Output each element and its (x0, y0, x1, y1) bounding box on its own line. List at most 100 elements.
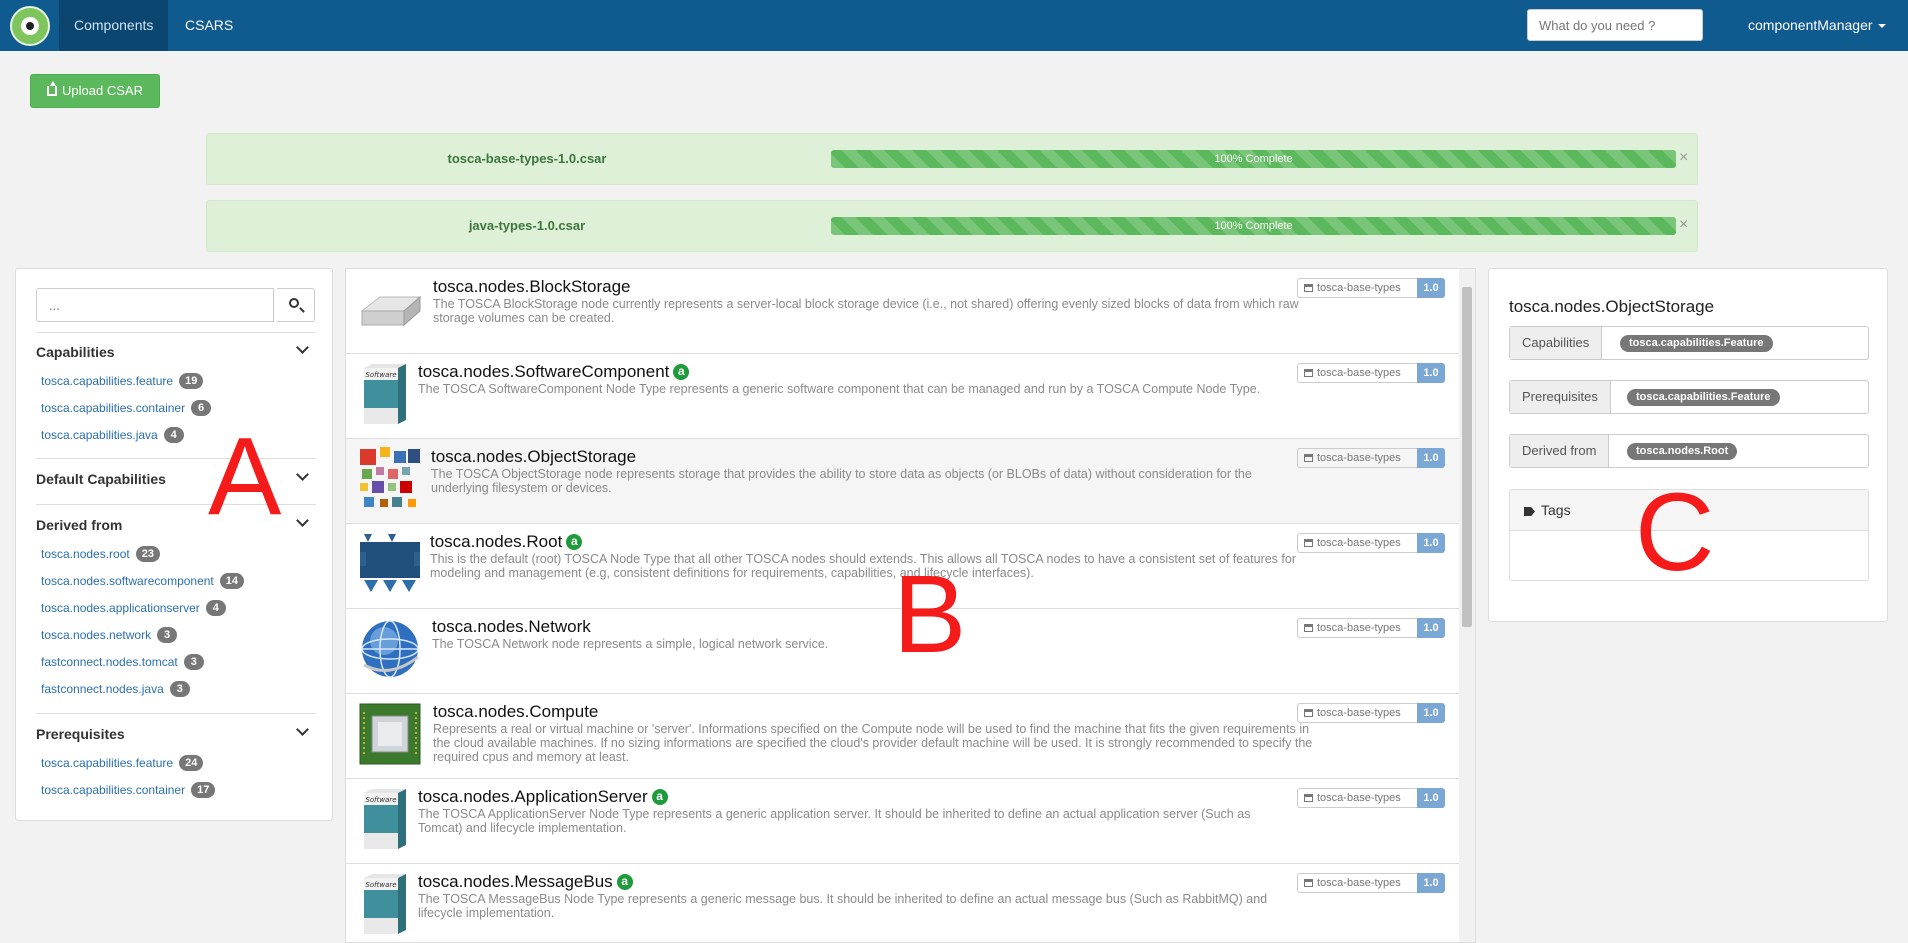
component-row[interactable]: tosca.nodes.ObjectStorage The TOSCA Obje… (346, 439, 1460, 524)
chevron-down-icon[interactable] (296, 341, 309, 354)
tab-csars[interactable]: CSARS (170, 0, 248, 51)
derived-from-field: Derived from tosca.nodes.Root (1509, 434, 1869, 468)
component-row[interactable]: Software tosca.nodes.ApplicationServer a … (346, 779, 1460, 864)
abstract-badge: a (673, 364, 690, 380)
alien-logo-icon[interactable] (10, 6, 50, 46)
chevron-down-icon[interactable] (296, 514, 309, 527)
capabilities-label: Capabilities (1510, 327, 1603, 359)
facet-group-title[interactable]: Derived from (36, 515, 122, 535)
component-description: The TOSCA Network node represents a simp… (432, 637, 829, 651)
derived-from-tag[interactable]: tosca.nodes.Root (1627, 443, 1738, 460)
archive-label: tosca-base-types (1297, 533, 1419, 553)
component-name: tosca.nodes.BlockStorage (433, 277, 631, 296)
facet-item[interactable]: tosca.capabilities.feature 24 (41, 755, 204, 771)
component-row[interactable]: tosca.nodes.BlockStorage The TOSCA Block… (346, 269, 1460, 354)
upload-progress-row: tosca-base-types-1.0.csar 100% Complete … (206, 133, 1698, 185)
version-badge: 1.0 (1417, 618, 1445, 638)
upload-csar-button[interactable]: Upload CSAR (30, 74, 160, 108)
archive-icon (1304, 284, 1313, 292)
prerequisite-tag[interactable]: tosca.capabilities.Feature (1627, 389, 1780, 406)
component-name: tosca.nodes.ObjectStorage (431, 447, 637, 466)
user-name: componentManager (1748, 17, 1873, 33)
chevron-down-icon[interactable] (296, 723, 309, 736)
version-badge: 1.0 (1417, 533, 1445, 553)
facet-item[interactable]: tosca.nodes.network 3 (41, 627, 178, 643)
count-badge: 3 (169, 681, 190, 697)
annotation-marker-b: B (893, 553, 967, 676)
count-badge: 17 (191, 782, 216, 798)
facet-item[interactable]: tosca.capabilities.feature 19 (41, 373, 204, 389)
component-name: tosca.nodes.MessageBus a (418, 872, 633, 892)
software-box-icon: Software (364, 789, 406, 849)
facet-group-title[interactable]: Prerequisites (36, 724, 125, 744)
archive-icon (1304, 454, 1313, 462)
facet-item-label: tosca.capabilities.java (41, 428, 158, 442)
close-icon[interactable]: × (1679, 216, 1688, 234)
progress-bar: 100% Complete (831, 150, 1676, 168)
facet-item-label: tosca.nodes.root (41, 547, 130, 561)
archive-icon (1304, 624, 1313, 632)
user-menu[interactable]: componentManager (1748, 0, 1886, 51)
upload-icon (47, 81, 58, 96)
component-row[interactable]: tosca.nodes.Compute Represents a real or… (346, 694, 1460, 779)
facet-item[interactable]: tosca.nodes.softwarecomponent 14 (41, 573, 245, 589)
archive-label: tosca-base-types (1297, 448, 1419, 468)
close-icon[interactable]: × (1679, 149, 1688, 167)
prerequisites-label: Prerequisites (1510, 381, 1611, 413)
component-name: tosca.nodes.Network (432, 617, 591, 636)
version-badge: 1.0 (1417, 278, 1445, 298)
facet-item[interactable]: tosca.capabilities.java 4 (41, 427, 184, 443)
archive-icon (1304, 539, 1313, 547)
count-badge: 4 (205, 600, 226, 616)
component-description: The TOSCA ApplicationServer Node Type re… (418, 807, 1251, 835)
svg-text:Software: Software (365, 881, 396, 889)
facet-divider (36, 332, 316, 333)
component-name: tosca.nodes.ApplicationServer a (418, 787, 668, 807)
details-title: tosca.nodes.ObjectStorage (1509, 297, 1715, 316)
component-name: tosca.nodes.Compute (433, 702, 599, 721)
facet-item-label: tosca.nodes.applicationserver (41, 601, 200, 615)
scrollbar-thumb[interactable] (1462, 287, 1472, 627)
facet-filter-panel: Capabilities tosca.capabilities.feature 1… (15, 268, 333, 821)
upload-file-name: tosca-base-types-1.0.csar (447, 151, 607, 166)
root-node-icon (360, 534, 420, 592)
component-row[interactable]: Software tosca.nodes.MessageBus a The TOS… (346, 864, 1460, 942)
chevron-down-icon[interactable] (296, 468, 309, 481)
capabilities-field: Capabilities tosca.capabilities.Feature (1509, 326, 1869, 360)
tags-icon (1524, 507, 1535, 516)
facet-item[interactable]: fastconnect.nodes.tomcat 3 (41, 654, 204, 670)
globe-icon (361, 620, 419, 678)
upload-csar-label: Upload CSAR (62, 83, 143, 98)
archive-label: tosca-base-types (1297, 363, 1419, 383)
facet-item[interactable]: tosca.nodes.root 23 (41, 546, 160, 562)
component-description: The TOSCA BlockStorage node currently re… (433, 297, 1299, 325)
component-row[interactable]: Software tosca.nodes.SoftwareComponent a … (346, 354, 1460, 439)
component-list-scrollbar[interactable] (1459, 268, 1476, 943)
object-storage-icon (360, 447, 420, 507)
facet-search-button[interactable] (277, 288, 315, 322)
abstract-badge: a (651, 789, 668, 805)
archive-label: tosca-base-types (1297, 873, 1419, 893)
facet-group-title[interactable]: Default Capabilities (36, 469, 166, 489)
archive-label: tosca-base-types (1297, 703, 1419, 723)
capability-tag[interactable]: tosca.capabilities.Feature (1620, 335, 1773, 352)
annotation-marker-c: C (1635, 471, 1715, 594)
component-description: The TOSCA ObjectStorage node represents … (431, 467, 1252, 495)
facet-item[interactable]: fastconnect.nodes.java 3 (41, 681, 190, 697)
facet-item[interactable]: tosca.capabilities.container 6 (41, 400, 212, 416)
tab-components[interactable]: Components (59, 0, 169, 51)
facet-group-title[interactable]: Capabilities (36, 342, 115, 362)
facet-search-input[interactable] (36, 288, 274, 322)
archive-icon (1304, 879, 1313, 887)
version-badge: 1.0 (1417, 448, 1445, 468)
facet-item[interactable]: tosca.capabilities.container 17 (41, 782, 216, 798)
top-navbar: Components CSARS componentManager (0, 0, 1908, 51)
upload-file-name: java-types-1.0.csar (468, 218, 586, 233)
archive-icon (1304, 709, 1313, 717)
archive-icon (1304, 369, 1313, 377)
facet-item[interactable]: tosca.nodes.applicationserver 4 (41, 600, 226, 616)
search-input[interactable] (1527, 9, 1703, 41)
prerequisites-field: Prerequisites tosca.capabilities.Feature (1509, 380, 1869, 414)
progress-bar: 100% Complete (831, 217, 1676, 235)
facet-item-label: tosca.capabilities.feature (41, 756, 174, 770)
